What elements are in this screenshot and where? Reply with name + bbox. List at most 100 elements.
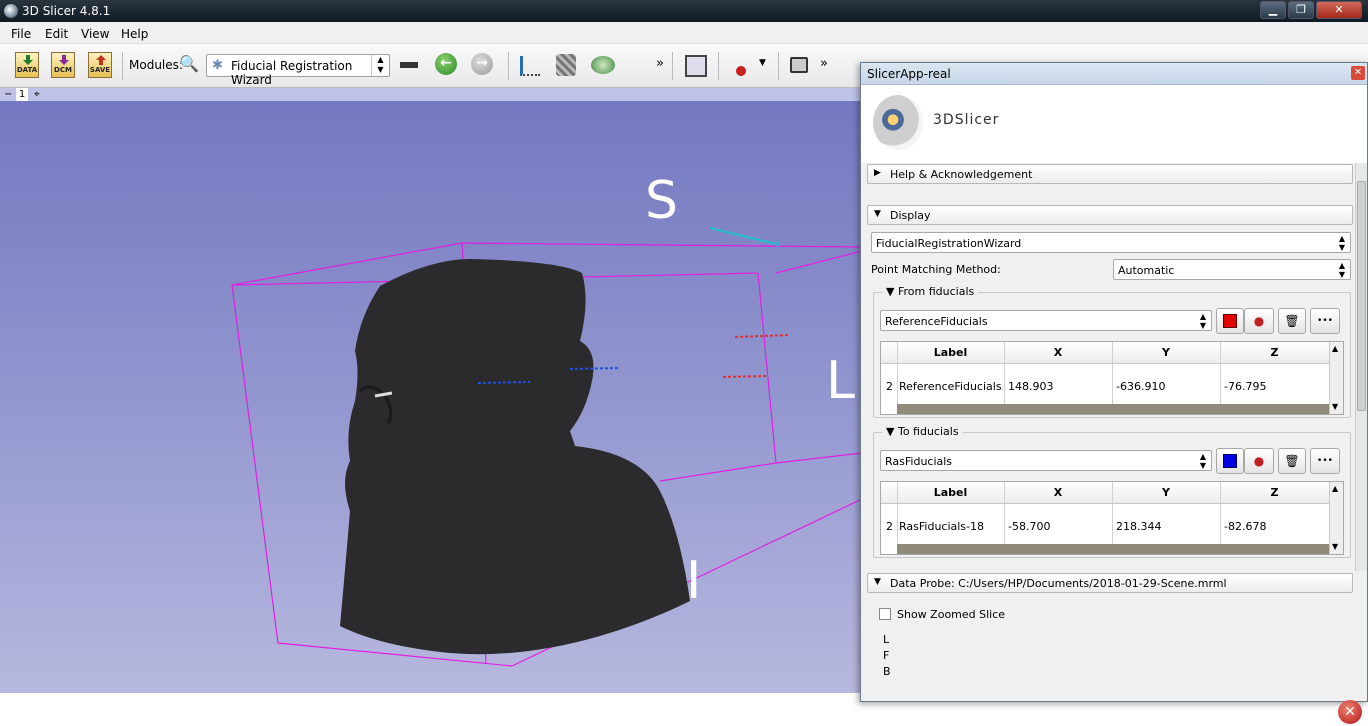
module-selected-name: Fiducial Registration Wizard (231, 59, 353, 87)
panel-scrollbar[interactable] (1355, 163, 1367, 571)
module-search-icon[interactable]: 🔍 (179, 54, 199, 73)
row-label[interactable]: RasFiducials-18 (899, 520, 1003, 533)
to-fiducials-label: To fiducials (897, 425, 959, 438)
help-section-label: Help & Acknowledgement (890, 168, 1033, 181)
place-fiducial-icon[interactable] (736, 54, 746, 78)
to-place-fiducial-button[interactable]: ● (1244, 448, 1274, 474)
save-button[interactable]: SAVE (88, 52, 112, 78)
models-icon[interactable] (591, 56, 615, 74)
panel-scrollbar-thumb[interactable] (1357, 181, 1366, 411)
row-z[interactable]: -76.795 (1224, 380, 1266, 393)
from-fiducial-list-selector[interactable]: ReferenceFiducials ▲ ▼ (880, 310, 1212, 331)
3d-view[interactable]: S L I (0, 101, 862, 693)
reference-fiducial-marker (734, 334, 791, 338)
minimize-button[interactable]: ▁ (1260, 1, 1286, 19)
panel-title-bar[interactable]: SlicerApp-real ✕ (861, 63, 1367, 85)
column-header-y[interactable]: Y (1112, 486, 1220, 499)
from-place-fiducial-button[interactable]: ● (1244, 308, 1274, 334)
from-fiducials-group: ▼ From fiducials ReferenceFiducials ▲ ▼ ●… (873, 285, 1351, 418)
pin-icon[interactable]: ⌖ (34, 88, 40, 101)
from-fiducials-table[interactable]: Label X Y Z 2 ReferenceFiducials... 148.… (880, 341, 1344, 415)
forward-arrow-icon[interactable]: → (471, 53, 493, 75)
probe-line-b: B (883, 665, 891, 678)
data-tree-icon[interactable] (520, 56, 540, 76)
close-badge-icon[interactable]: ✕ (1338, 700, 1362, 724)
row-x[interactable]: 148.903 (1008, 380, 1054, 393)
column-header-z[interactable]: Z (1220, 486, 1329, 499)
module-wand-icon: ✱ (212, 58, 223, 73)
save-button-label: SAVE (89, 66, 111, 74)
from-fiducials-title[interactable]: ▼ From fiducials (882, 285, 979, 298)
to-fiducials-table[interactable]: Label X Y Z 2 RasFiducials-18 -58.700 21… (880, 481, 1344, 555)
show-zoomed-slice-checkbox[interactable] (879, 608, 891, 620)
menu-view[interactable]: View (81, 27, 109, 41)
point-matching-value: Automatic (1118, 264, 1175, 277)
toolbar-overflow-icon[interactable]: » (820, 56, 828, 71)
layout-bar-icon[interactable] (400, 62, 418, 68)
display-section[interactable]: ▼ Display (867, 205, 1353, 225)
to-fiducial-list-selector[interactable]: RasFiducials ▲ ▼ (880, 450, 1212, 471)
load-dicom-button[interactable]: DCM (51, 52, 75, 78)
probe-line-l: L (883, 633, 890, 646)
column-header-y[interactable]: Y (1112, 346, 1220, 359)
main-title-bar: 3D Slicer 4.8.1 ▁ ❐ ✕ (0, 0, 1368, 22)
collapse-view-controller-icon[interactable]: − (4, 88, 12, 101)
column-header-z[interactable]: Z (1220, 346, 1329, 359)
slicer-logo-area: 3DSlicer (861, 85, 1367, 163)
save-arrow-icon (96, 55, 106, 65)
column-header-label[interactable]: Label (897, 346, 1004, 359)
scroll-down-icon[interactable]: ▼ (1332, 402, 1338, 411)
view-number: 1 (16, 88, 28, 101)
scroll-down-icon[interactable]: ▼ (1332, 542, 1338, 551)
table-scrollbar[interactable]: ▲ ▼ (1329, 342, 1343, 414)
close-button[interactable]: ✕ (1316, 1, 1362, 19)
chevron-down-icon[interactable]: ▼ (759, 58, 766, 68)
data-probe-section[interactable]: ▼ Data Probe: C:/Users/HP/Documents/2018… (867, 573, 1353, 593)
from-fiducial-list-name: ReferenceFiducials (885, 315, 988, 328)
row-label[interactable]: ReferenceFiducials... (899, 380, 1003, 393)
help-acknowledgement-section[interactable]: ▶ Help & Acknowledgement (867, 164, 1353, 184)
row-z[interactable]: -82.678 (1224, 520, 1266, 533)
scroll-up-icon[interactable]: ▲ (1332, 344, 1338, 353)
to-color-button[interactable] (1216, 448, 1244, 474)
panel-close-button[interactable]: ✕ (1351, 66, 1365, 80)
view-layout-icon[interactable] (685, 55, 707, 77)
ras-fiducial-marker (569, 367, 621, 370)
row-y[interactable]: 218.344 (1116, 520, 1162, 533)
menu-file[interactable]: File (11, 27, 31, 41)
selected-row[interactable] (897, 404, 1329, 414)
volumes-cube-icon[interactable] (556, 54, 576, 76)
from-delete-button[interactable]: 🗑 (1278, 308, 1306, 334)
column-header-x[interactable]: X (1004, 346, 1112, 359)
toolbar-separator (778, 52, 779, 80)
orientation-label-inferior: I (686, 551, 702, 611)
registration-node-selector[interactable]: FiducialRegistrationWizard ▲ ▼ (871, 232, 1351, 253)
point-matching-selector[interactable]: Automatic ▲ ▼ (1113, 259, 1351, 280)
screenshot-camera-icon[interactable] (790, 57, 808, 73)
to-delete-button[interactable]: 🗑 (1278, 448, 1306, 474)
row-y[interactable]: -636.910 (1116, 380, 1165, 393)
collapse-triangle-icon: ▼ (886, 425, 898, 438)
load-data-button[interactable]: DATA (15, 52, 39, 78)
row-x[interactable]: -58.700 (1008, 520, 1050, 533)
table-scrollbar[interactable]: ▲ ▼ (1329, 482, 1343, 554)
menu-help[interactable]: Help (121, 27, 148, 41)
scroll-up-icon[interactable]: ▲ (1332, 484, 1338, 493)
column-header-label[interactable]: Label (897, 486, 1004, 499)
to-more-button[interactable]: ••• (1310, 448, 1340, 474)
back-arrow-icon[interactable]: ← (435, 53, 457, 75)
probe-line-f: F (883, 649, 890, 662)
selected-row[interactable] (897, 544, 1329, 554)
module-selector[interactable]: ✱ Fiducial Registration Wizard ▲ ▼ (206, 54, 390, 87)
column-header-x[interactable]: X (1004, 486, 1112, 499)
data-button-label: DATA (16, 66, 38, 74)
toolbar-overflow-icon[interactable]: » (656, 56, 664, 71)
combo-spin-icon: ▲ ▼ (1338, 234, 1346, 252)
maximize-button[interactable]: ❐ (1288, 1, 1314, 19)
trash-icon: 🗑 (1284, 314, 1300, 328)
from-more-button[interactable]: ••• (1310, 308, 1340, 334)
from-color-button[interactable] (1216, 308, 1244, 334)
view-controller-bar: − 1 ⌖ (0, 88, 862, 101)
to-fiducials-title[interactable]: ▼ To fiducials (882, 425, 963, 438)
menu-edit[interactable]: Edit (45, 27, 68, 41)
